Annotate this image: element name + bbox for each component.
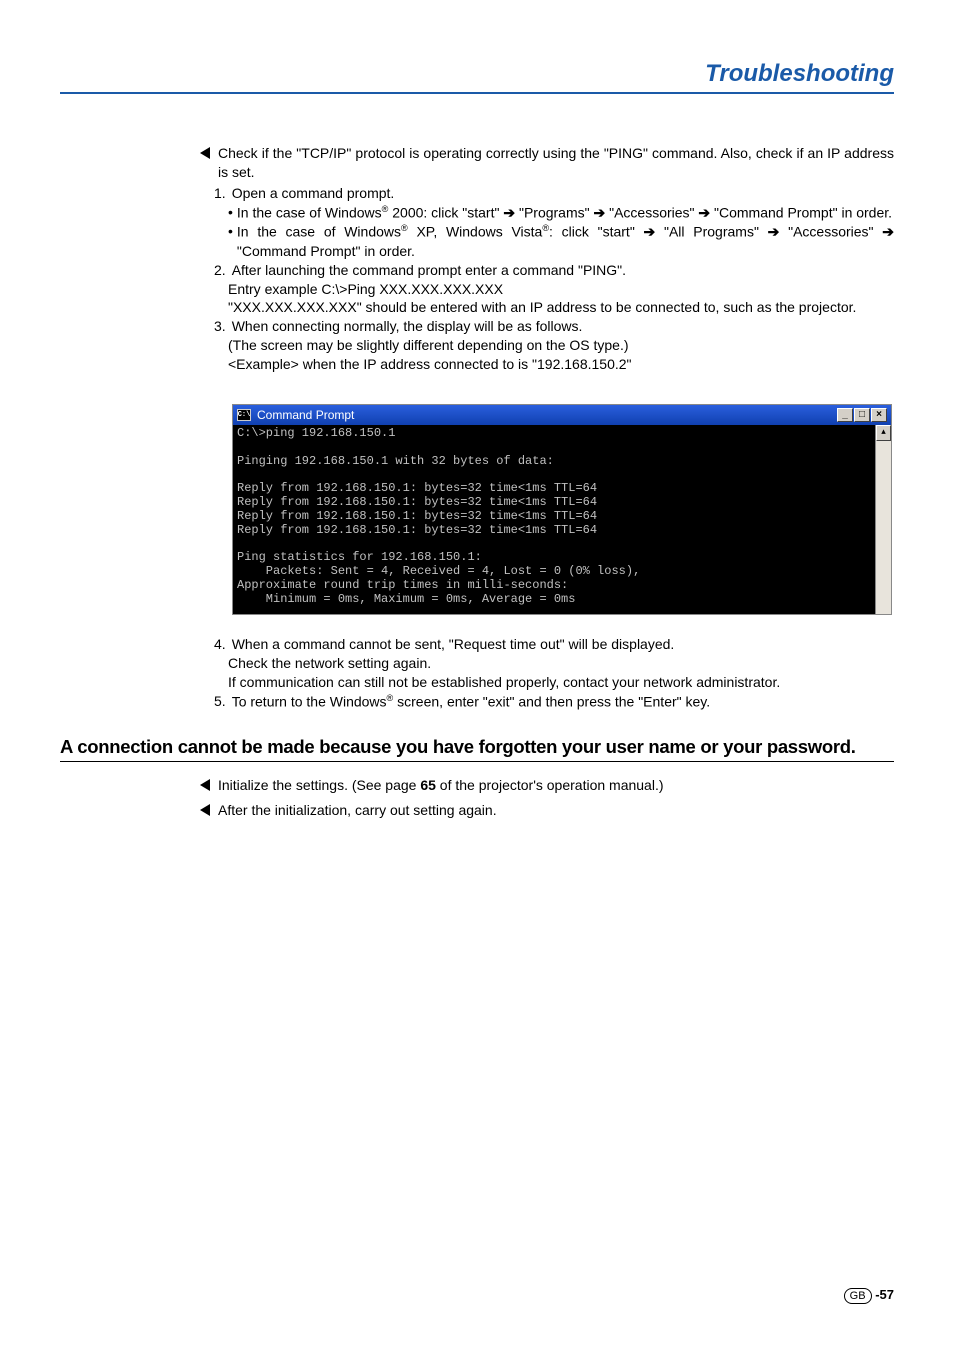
- arrow-icon: ➔: [882, 224, 894, 240]
- step-number: 5.: [214, 692, 226, 712]
- bullet-text: After the initialization, carry out sett…: [218, 801, 497, 821]
- step-number: 2.: [214, 261, 226, 280]
- maximize-button[interactable]: □: [854, 408, 870, 422]
- arrow-icon: ➔: [768, 224, 780, 240]
- close-button[interactable]: ×: [871, 408, 887, 422]
- triangle-bullet-icon: [200, 779, 210, 791]
- page-number: 57: [880, 1287, 894, 1302]
- step-text: Open a command prompt.: [232, 184, 395, 203]
- section2-content: Initialize the settings. (See page 65 of…: [200, 776, 894, 821]
- step-line: If communication can still not be establ…: [228, 673, 894, 692]
- step-line: (The screen may be slightly different de…: [228, 336, 894, 355]
- region-badge: GB: [844, 1288, 872, 1304]
- txt: In the case of Windows: [237, 204, 382, 220]
- txt: 2000: click "start": [388, 204, 503, 220]
- sub-bullet-dot: •: [228, 203, 233, 223]
- terminal-output: C:\>ping 192.168.150.1 Pinging 192.168.1…: [233, 425, 875, 614]
- window-title: Command Prompt: [257, 408, 837, 422]
- minimize-button[interactable]: _: [837, 408, 853, 422]
- scroll-up-button[interactable]: ▴: [876, 425, 891, 441]
- cmd-app-icon: C:\: [237, 409, 251, 421]
- triangle-bullet-icon: [200, 147, 210, 159]
- txt: "Programs": [515, 204, 593, 220]
- step-line: <Example> when the IP address connected …: [228, 355, 894, 374]
- scrollbar[interactable]: ▴: [875, 425, 891, 614]
- txt: : click "start": [549, 224, 643, 240]
- substep-text: In the case of Windows® 2000: click "sta…: [237, 203, 892, 223]
- txt: "Accessories": [779, 224, 882, 240]
- registered-icon: ®: [401, 223, 408, 233]
- txt: Initialize the settings. (See page: [218, 777, 420, 793]
- window-titlebar: C:\ Command Prompt _ □ ×: [233, 405, 891, 425]
- arrow-icon: ➔: [698, 204, 710, 220]
- arrow-icon: ➔: [503, 204, 515, 220]
- txt: of the projector's operation manual.): [436, 777, 664, 793]
- txt: "Command Prompt" in order.: [237, 243, 415, 259]
- step-text: To return to the Windows® screen, enter …: [232, 692, 710, 712]
- sub-bullet-dot: •: [228, 222, 233, 260]
- bullet-text: Initialize the settings. (See page 65 of…: [218, 776, 664, 796]
- scroll-track[interactable]: [876, 441, 891, 614]
- page-ref: 65: [420, 777, 436, 793]
- step-line: Check the network setting again.: [228, 654, 894, 673]
- substep-text: In the case of Windows® XP, Windows Vist…: [237, 222, 894, 260]
- step-line: Entry example C:\>Ping XXX.XXX.XXX.XXX: [228, 280, 894, 299]
- txt: "Accessories": [605, 204, 698, 220]
- arrow-icon: ➔: [644, 224, 656, 240]
- txt: "Command Prompt" in order.: [710, 204, 892, 220]
- txt: XP, Windows Vista: [408, 224, 543, 240]
- main-content: Check if the "TCP/IP" protocol is operat…: [200, 144, 894, 374]
- step-text: After launching the command prompt enter…: [232, 261, 626, 280]
- command-prompt-window: C:\ Command Prompt _ □ × C:\>ping 192.16…: [232, 404, 892, 615]
- txt: "All Programs": [655, 224, 767, 240]
- section-heading: A connection cannot be made because you …: [60, 736, 894, 762]
- triangle-bullet-icon: [200, 804, 210, 816]
- intro-text: Check if the "TCP/IP" protocol is operat…: [218, 144, 894, 182]
- txt: screen, enter "exit" and then press the …: [393, 694, 710, 710]
- post-cmd-content: 4. When a command cannot be sent, "Reque…: [200, 635, 894, 711]
- step-line: "XXX.XXX.XXX.XXX" should be entered with…: [228, 298, 894, 317]
- step-text: When connecting normally, the display wi…: [232, 317, 583, 336]
- step-number: 4.: [214, 635, 226, 654]
- arrow-icon: ➔: [593, 204, 605, 220]
- step-number: 3.: [214, 317, 226, 336]
- page-header: Troubleshooting: [60, 60, 894, 94]
- step-number: 1.: [214, 184, 226, 203]
- page-footer: GB -57: [844, 1287, 894, 1304]
- txt: To return to the Windows: [232, 694, 387, 710]
- step-text: When a command cannot be sent, "Request …: [232, 635, 675, 654]
- txt: In the case of Windows: [237, 224, 401, 240]
